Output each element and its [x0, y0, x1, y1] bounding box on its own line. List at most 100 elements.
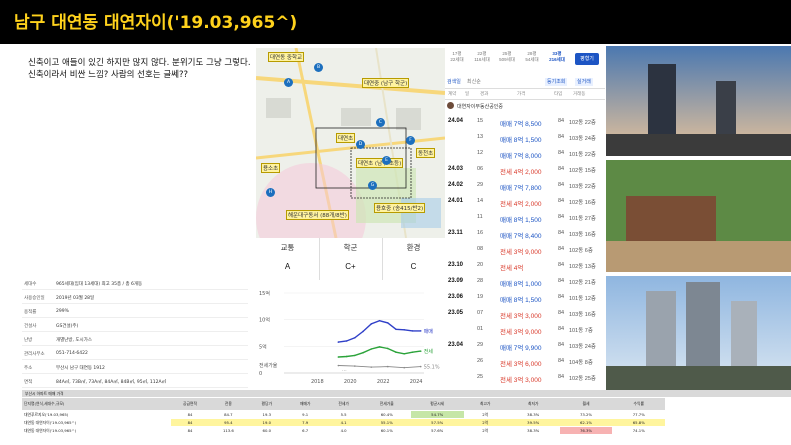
- map-poi[interactable]: 대연초 (남구 초등): [356, 158, 404, 168]
- table-row-cell: 4.1: [324, 419, 364, 426]
- deal-area: 84: [558, 198, 565, 204]
- contract-day: 11: [477, 214, 483, 220]
- map-poi[interactable]: 용소초: [261, 163, 281, 173]
- contract-month: 23.04: [448, 342, 464, 348]
- info-key: 용적률: [24, 310, 37, 315]
- contract-day: 19: [477, 294, 484, 300]
- grade-label: 학군: [343, 243, 358, 252]
- transaction-row[interactable]: 25 전세 3억 3,000 84 102동 25층: [445, 370, 605, 385]
- map-poi[interactable]: 용호중 (송415/반2): [374, 203, 426, 213]
- deal-area: 84: [558, 150, 565, 156]
- grade-environment: 환경 C: [382, 238, 445, 280]
- table-header-cell: 최고가: [463, 398, 508, 410]
- x-tick-label: 2024: [410, 379, 423, 385]
- map-pin[interactable]: B: [314, 63, 323, 72]
- info-value: 051-714-6422: [56, 351, 88, 356]
- deal-floor: 103동 24층: [569, 136, 596, 142]
- transaction-row[interactable]: 23.06 19 매매 8억 1,500 84 101동 12층: [445, 290, 605, 305]
- transaction-row[interactable]: 26 전세 3억 6,000 84 104동 8층: [445, 354, 605, 369]
- transaction-row[interactable]: 24.01 14 전세 4억 2,000 84 102동 16층: [445, 194, 605, 209]
- table-row-cell: 38.3%: [506, 427, 561, 434]
- map-pin[interactable]: D: [356, 140, 365, 149]
- complex-info-table: 세대수 965세대(임대 13세대) 최고 35층 / 총 6개동 사용승인일 20…: [22, 278, 248, 388]
- photo-1-ground: [606, 134, 791, 156]
- deal-floor: 101동 22층: [569, 152, 596, 158]
- series-point-1: [386, 347, 389, 350]
- photo-gallery: [606, 46, 791, 390]
- table-row-cell: 84: [170, 427, 211, 434]
- y-tick-label: 5억: [259, 343, 267, 350]
- series-point-0: [345, 340, 348, 342]
- transaction-row[interactable]: 23.11 16 매매 7억 8,400 84 103동 16층: [445, 226, 605, 241]
- transaction-row[interactable]: 08 전세 3억 9,000 84 102동 6층: [445, 242, 605, 257]
- deal-price: 매매 7억 8,000: [500, 153, 542, 160]
- contract-month: 23.05: [448, 310, 464, 316]
- series-line-0: [338, 319, 421, 343]
- contract-day: 25: [477, 374, 484, 380]
- deal-price: 매매 8억 1,500: [500, 297, 542, 304]
- map-pin[interactable]: C: [376, 118, 385, 127]
- map-poi[interactable]: 대연중 (남구 학군): [362, 78, 410, 88]
- table-header-cell: 평균시세: [410, 398, 465, 410]
- deal-area: 84: [558, 374, 565, 380]
- transaction-row[interactable]: 24.04 15 매매 7억 8,500 84 102동 22층: [445, 114, 605, 129]
- table-row-cell: 6.7: [286, 427, 326, 434]
- info-key: 세대수: [24, 282, 37, 287]
- transaction-row[interactable]: 24.03 06 전세 4억 2,000 84 102동 15층: [445, 162, 605, 177]
- deal-price: 매매 8억 1,500: [500, 217, 542, 224]
- x-tick-label: 2018: [311, 379, 324, 385]
- series-point-2: [386, 365, 389, 368]
- photo-1-tower: [648, 64, 676, 142]
- transaction-row[interactable]: 01 전세 3억 9,000 84 101동 7층: [445, 322, 605, 337]
- transaction-row[interactable]: 12 매매 7억 8,000 84 101동 22층: [445, 146, 605, 161]
- school-district-map[interactable]: 대연동 중학교 대연중 (남구 학군) 대연초 용소초 동천초 대연초 (남구 …: [256, 48, 445, 238]
- transaction-row[interactable]: 13 매매 8억 1,500 84 103동 24층: [445, 130, 605, 145]
- deal-price: 전세 4억 2,000: [500, 169, 542, 176]
- map-pin[interactable]: F: [406, 136, 415, 145]
- series-line-2: [338, 365, 421, 369]
- transaction-row[interactable]: 24.02 29 매매 7억 7,800 84 103동 22층: [445, 178, 605, 193]
- table-row-cell: 84.7: [209, 411, 249, 418]
- series-label: 전세: [424, 348, 434, 355]
- contract-day: 29: [477, 342, 484, 348]
- table-row-cell: 77.7%: [612, 411, 667, 418]
- table-row-cell: 84: [170, 411, 211, 418]
- map-pin[interactable]: G: [368, 181, 377, 190]
- table-header-cell: 단지명(연식,세대수,규모): [22, 398, 174, 410]
- photo-2-playground: [626, 196, 716, 241]
- contract-day: 29: [477, 182, 484, 188]
- table-row-cell: 7.9: [286, 419, 326, 426]
- table-row-cell: 대연동 대연자이('19.03,965^): [22, 427, 174, 434]
- deal-area: 84: [558, 358, 565, 364]
- table-row-cell: 57.6%: [410, 427, 465, 434]
- transaction-row[interactable]: 23.10 20 전세 4억 84 102동 13층: [445, 258, 605, 273]
- note-line-1: 신축이고 애들이 있긴 하지만 많지 않다. 분위기도 그냥 그렇다.: [28, 58, 251, 68]
- map-poi[interactable]: 해운대구동서 (88개/8반): [286, 210, 349, 220]
- deal-floor: 104동 8층: [569, 360, 593, 366]
- table-header-cell: 공급면적: [170, 398, 211, 410]
- contract-day: 06: [477, 166, 484, 172]
- info-key: 면적: [24, 380, 33, 385]
- transaction-row[interactable]: 23.04 29 매매 7억 9,900 84 103동 24층: [445, 338, 605, 353]
- map-pin[interactable]: A: [284, 78, 293, 87]
- transaction-row[interactable]: 11 매매 8억 1,500 84 101동 27층: [445, 210, 605, 225]
- info-key: 건설사: [24, 324, 37, 329]
- contract-day: 15: [477, 118, 484, 124]
- series-line-1: [338, 346, 421, 358]
- transaction-row[interactable]: 23.05 07 전세 3억 3,000 84 103동 16층: [445, 306, 605, 321]
- table-row-cell: 4.0: [324, 427, 364, 434]
- transaction-row[interactable]: 23.09 28 매매 8억 1,000 84 102동 21층: [445, 274, 605, 289]
- contract-month: 24.04: [448, 118, 464, 124]
- contract-month: 24.01: [448, 198, 464, 204]
- map-poi[interactable]: 대연초: [336, 133, 356, 143]
- map-pin[interactable]: H: [266, 188, 275, 197]
- map-poi[interactable]: 대연동 중학교: [268, 52, 305, 62]
- deal-floor: 102동 13층: [569, 264, 596, 270]
- table-row-cell: 대연동 대연자이('19.03,965^): [22, 419, 174, 426]
- series-point-2: [337, 364, 340, 367]
- contract-day: 01: [477, 326, 484, 332]
- map-pin[interactable]: E: [382, 156, 391, 165]
- deal-area: 84: [558, 134, 565, 140]
- contract-month: 24.02: [448, 182, 464, 188]
- map-poi[interactable]: 동천초: [416, 148, 436, 158]
